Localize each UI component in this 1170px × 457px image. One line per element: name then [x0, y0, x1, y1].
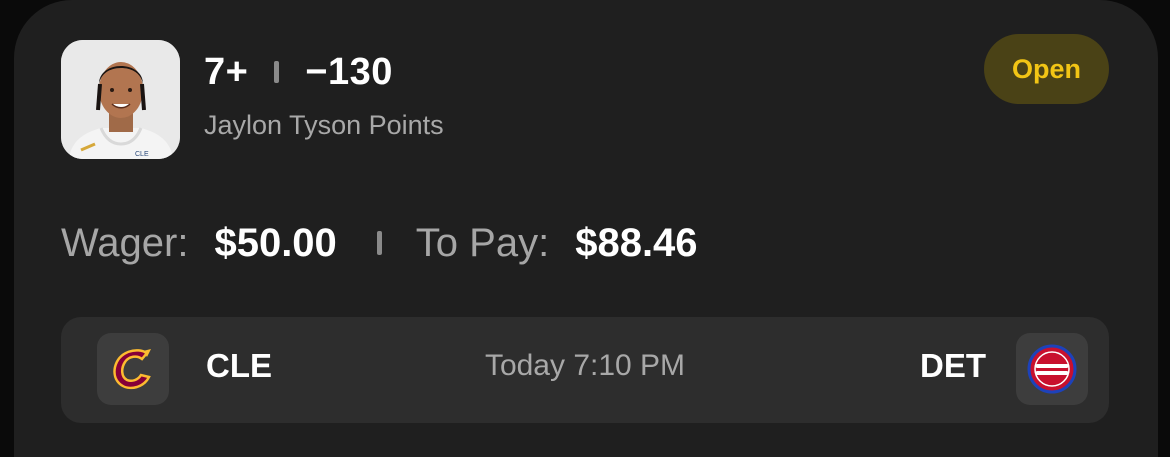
status-badge: Open — [984, 34, 1109, 104]
game-info-bar[interactable]: CLE Today 7:10 PM DET — [61, 317, 1109, 423]
bet-headline: 7+ −130 — [204, 50, 393, 94]
bet-odds: −130 — [305, 50, 393, 93]
wager-amount: $50.00 — [214, 220, 337, 265]
topay-label: To Pay: — [415, 220, 550, 265]
player-avatar: CLE — [61, 40, 180, 159]
wager-row: Wager: $50.00 To Pay: $88.46 — [61, 216, 698, 270]
wager-label: Wager: — [61, 220, 189, 265]
bet-line: 7+ — [204, 50, 249, 93]
pistons-logo-icon — [1027, 344, 1077, 394]
bet-card[interactable]: CLE 7+ −130 Jaylon Tyson Points Open Wag… — [14, 0, 1158, 457]
separator-pipe — [274, 61, 280, 83]
topay-amount: $88.46 — [575, 220, 698, 265]
home-team-logo — [1016, 333, 1088, 405]
player-headshot-icon: CLE — [61, 40, 180, 159]
svg-text:CLE: CLE — [135, 151, 149, 158]
separator-pipe — [376, 231, 382, 255]
bet-market: Jaylon Tyson Points — [204, 110, 444, 140]
home-team-abbr: DET — [920, 347, 986, 384]
